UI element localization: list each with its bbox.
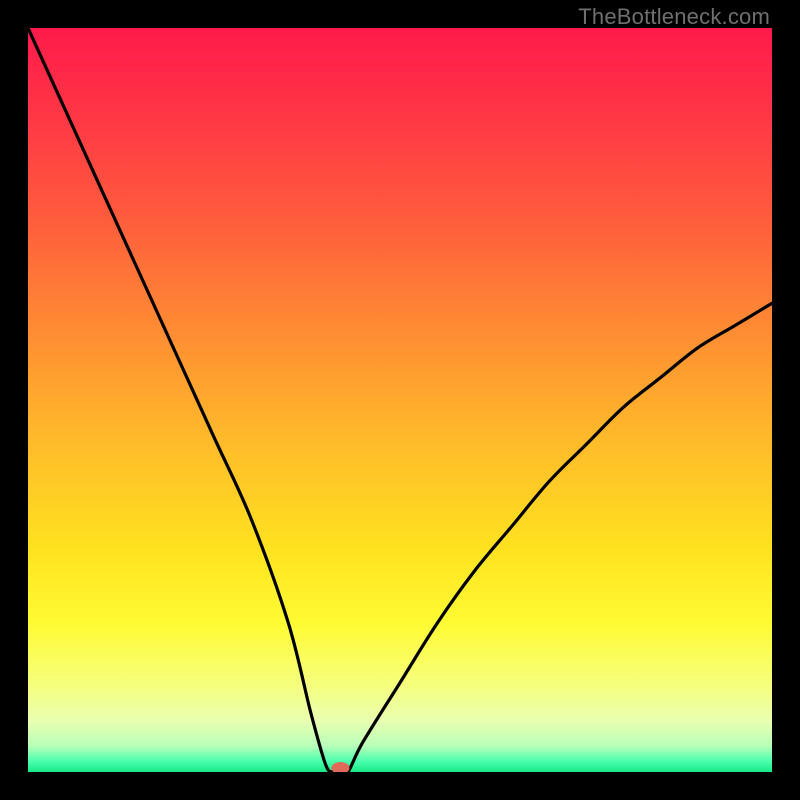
chart-frame (28, 28, 772, 772)
watermark-text: TheBottleneck.com (578, 4, 770, 30)
chart-svg (28, 28, 772, 772)
gradient-background (28, 28, 772, 772)
